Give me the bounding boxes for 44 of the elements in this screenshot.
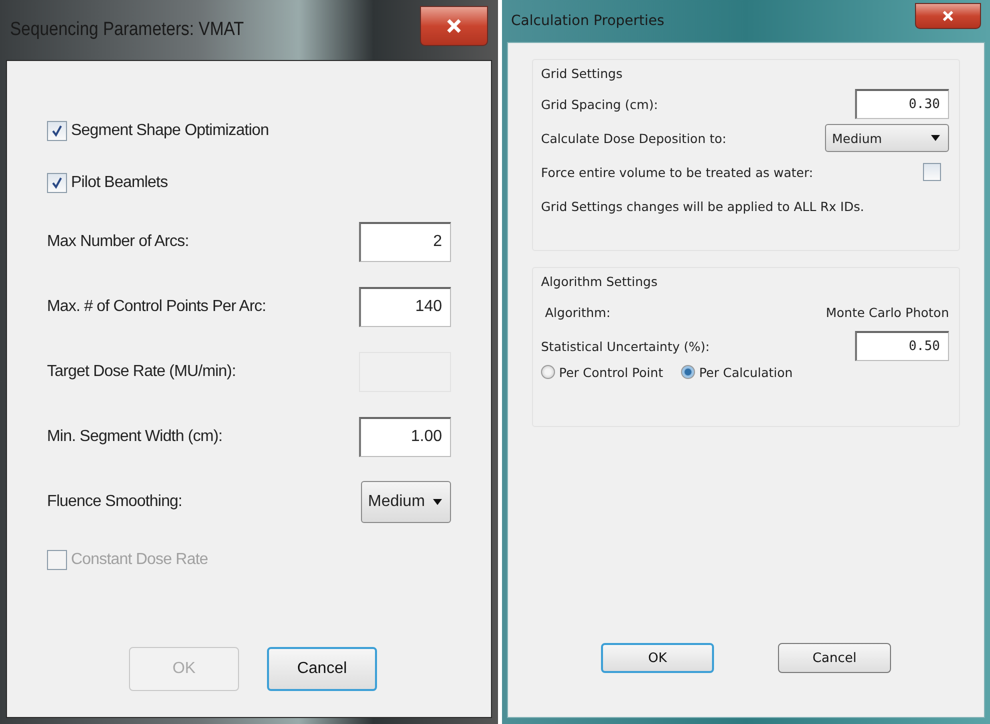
field-label: Grid Spacing (cm):: [541, 96, 658, 112]
checkbox-label: Segment Shape Optimization: [71, 122, 269, 140]
dropdown[interactable]: Medium: [825, 124, 949, 152]
checkbox-label: Pilot Beamlets: [71, 174, 168, 192]
field-label: Fluence Smoothing:: [47, 492, 182, 510]
cancel-button[interactable]: Cancel: [778, 643, 891, 673]
ok-button[interactable]: OK: [601, 643, 714, 673]
checkmark-icon: [52, 125, 62, 137]
dropdown[interactable]: Medium: [361, 480, 451, 522]
field-label: Max. # of Control Points Per Arc:: [47, 298, 266, 316]
close-icon: [942, 10, 954, 22]
window-title: Calculation Properties: [511, 13, 664, 29]
caret-icon: [433, 498, 442, 504]
close-button[interactable]: [915, 3, 981, 29]
note-text: Grid Settings changes will be applied to ALL Rx IDs.: [541, 198, 864, 214]
checkbox[interactable]: [47, 121, 67, 141]
close-button[interactable]: [420, 6, 488, 46]
field-label: Calculate Dose Deposition to:: [541, 130, 726, 146]
window-title: Sequencing Parameters: VMAT: [10, 19, 244, 41]
close-icon: [446, 18, 462, 34]
checkbox-label: Force entire volume to be treated as water:: [541, 164, 814, 180]
checkbox-label: Constant Dose Rate: [71, 551, 208, 569]
input-field[interactable]: 2: [359, 222, 451, 262]
radio-button[interactable]: [681, 365, 696, 379]
caret-icon: [931, 135, 940, 141]
input-field[interactable]: 0.30: [855, 89, 949, 119]
cancel-button[interactable]: Cancel: [267, 647, 377, 691]
radio-label: Per Control Point: [559, 364, 664, 380]
radio-button[interactable]: [541, 365, 555, 379]
field-label: Statistical Uncertainty (%):: [541, 338, 710, 354]
field-label: Max Number of Arcs:: [47, 232, 189, 250]
checkbox[interactable]: [923, 163, 941, 181]
input-field[interactable]: 1.00: [359, 416, 451, 456]
input-field[interactable]: 0.50: [855, 331, 949, 361]
field-label: Min. Segment Width (cm):: [47, 428, 222, 446]
radio-label: Per Calculation: [699, 364, 793, 380]
input-field[interactable]: 140: [359, 286, 451, 326]
group-title: Algorithm Settings: [541, 274, 658, 289]
field-label: Target Dose Rate (MU/min):: [47, 362, 236, 380]
algorithm-value: Monte Carlo Photon: [826, 304, 949, 320]
group-title: Grid Settings: [541, 66, 624, 81]
field-label: Algorithm:: [545, 304, 610, 320]
checkmark-icon: [52, 177, 62, 189]
checkbox[interactable]: [47, 173, 67, 193]
